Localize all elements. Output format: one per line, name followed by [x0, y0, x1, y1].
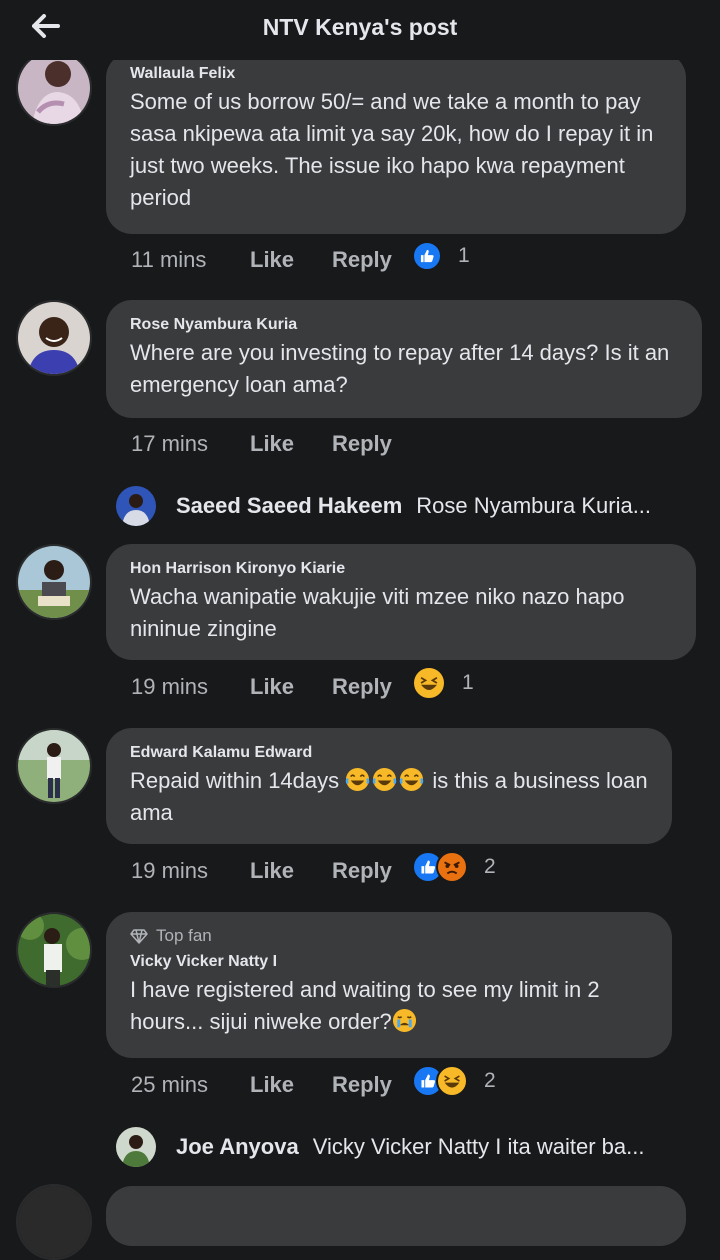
comment-bubble[interactable] — [106, 1186, 686, 1246]
reaction-count: 2 — [484, 855, 496, 878]
comment-author[interactable]: Vicky Vicker Natty I — [130, 952, 650, 972]
top-fan-badge: Top fan — [130, 926, 650, 946]
comment-text: I have registered and waiting to see my … — [130, 974, 650, 1038]
reaction-summary[interactable]: 1 — [412, 241, 470, 271]
comment-bubble[interactable]: Top fan Vicky Vicker Natty I I have regi… — [106, 912, 672, 1058]
comment-text: Wacha wanipatie wakujie viti mzee niko n… — [130, 584, 625, 641]
angry-reaction-icon — [436, 851, 468, 883]
reply-button[interactable]: Reply — [332, 858, 412, 884]
reply-text: Rose Nyambura Kuria... — [416, 493, 652, 518]
comment-bubble[interactable]: Wallaula Felix Some of us borrow 50/= an… — [106, 52, 686, 234]
comment-actions: 25 mins Like Reply 2 — [131, 1065, 496, 1103]
reaction-summary[interactable]: 2 — [412, 851, 496, 883]
comment-text: Where are you investing to repay after 1… — [130, 340, 670, 397]
comment-author[interactable]: Wallaula Felix — [130, 64, 664, 84]
tears-of-joy-icon — [399, 767, 424, 792]
avatar[interactable] — [116, 1127, 156, 1167]
comment-author[interactable]: Rose Nyambura Kuria — [130, 315, 680, 335]
top-fan-label: Top fan — [156, 926, 212, 945]
comment-author[interactable]: Edward Kalamu Edward — [130, 743, 650, 763]
avatar[interactable] — [16, 912, 92, 988]
like-button[interactable]: Like — [250, 431, 332, 457]
haha-reaction-icon — [436, 1065, 468, 1097]
top-bar: NTV Kenya's post — [0, 0, 720, 60]
comment-text: Repaid within 14days is this a business … — [130, 765, 650, 829]
comment-actions: 19 mins Like Reply 1 — [131, 666, 474, 705]
comment-bubble[interactable]: Hon Harrison Kironyo Kiarie Wacha wanipa… — [106, 544, 696, 660]
comment-actions: 11 mins Like Reply 1 — [131, 241, 470, 278]
avatar[interactable] — [16, 300, 92, 376]
crying-face-icon — [392, 1008, 416, 1033]
comment-bubble[interactable]: Edward Kalamu Edward Repaid within 14day… — [106, 728, 672, 844]
like-reaction-icon — [412, 241, 442, 271]
reply-preview[interactable]: Joe Anyova Vicky Vicker Natty I ita wait… — [116, 1125, 696, 1169]
avatar[interactable] — [16, 50, 92, 126]
like-button[interactable]: Like — [250, 247, 332, 273]
like-button[interactable]: Like — [250, 674, 332, 700]
like-button[interactable]: Like — [250, 858, 332, 884]
comment-actions: 17 mins Like Reply — [131, 426, 412, 462]
comment-time[interactable]: 11 mins — [131, 247, 250, 273]
comment-author[interactable]: Hon Harrison Kironyo Kiarie — [130, 559, 674, 579]
comment-time[interactable]: 17 mins — [131, 431, 250, 457]
diamond-icon — [130, 929, 148, 944]
reaction-count: 1 — [462, 671, 474, 694]
reaction-summary[interactable]: 1 — [412, 666, 474, 700]
comment-text-part: Repaid within 14days — [130, 768, 340, 793]
haha-reaction-icon — [412, 666, 446, 700]
reply-button[interactable]: Reply — [332, 247, 412, 273]
reply-preview[interactable]: Saeed Saeed Hakeem Rose Nyambura Kuria..… — [116, 484, 696, 528]
reply-author[interactable]: Joe Anyova — [176, 1134, 299, 1160]
reply-button[interactable]: Reply — [332, 431, 412, 457]
comment-time[interactable]: 25 mins — [131, 1072, 250, 1098]
comment-text: Some of us borrow 50/= and we take a mon… — [130, 89, 654, 210]
comment-bubble[interactable]: Rose Nyambura Kuria Where are you invest… — [106, 300, 702, 418]
reaction-summary[interactable]: 2 — [412, 1065, 496, 1097]
avatar[interactable] — [116, 486, 156, 526]
comment-text-part: I have registered and waiting to see my … — [130, 977, 600, 1034]
avatar[interactable] — [16, 544, 92, 620]
avatar[interactable] — [16, 728, 92, 804]
tears-of-joy-icon — [345, 767, 370, 792]
tears-of-joy-icon — [372, 767, 397, 792]
comment-time[interactable]: 19 mins — [131, 674, 250, 700]
reply-button[interactable]: Reply — [332, 1072, 412, 1098]
page-title: NTV Kenya's post — [262, 14, 458, 40]
reply-button[interactable]: Reply — [332, 674, 412, 700]
reply-text: Vicky Vicker Natty I ita waiter ba... — [312, 1134, 645, 1159]
comment-time[interactable]: 19 mins — [131, 858, 250, 884]
avatar[interactable] — [16, 1184, 92, 1260]
reaction-count: 1 — [458, 244, 470, 267]
reply-author[interactable]: Saeed Saeed Hakeem — [176, 493, 402, 519]
like-button[interactable]: Like — [250, 1072, 332, 1098]
comment-actions: 19 mins Like Reply 2 — [131, 851, 496, 889]
reaction-count: 2 — [484, 1069, 496, 1092]
